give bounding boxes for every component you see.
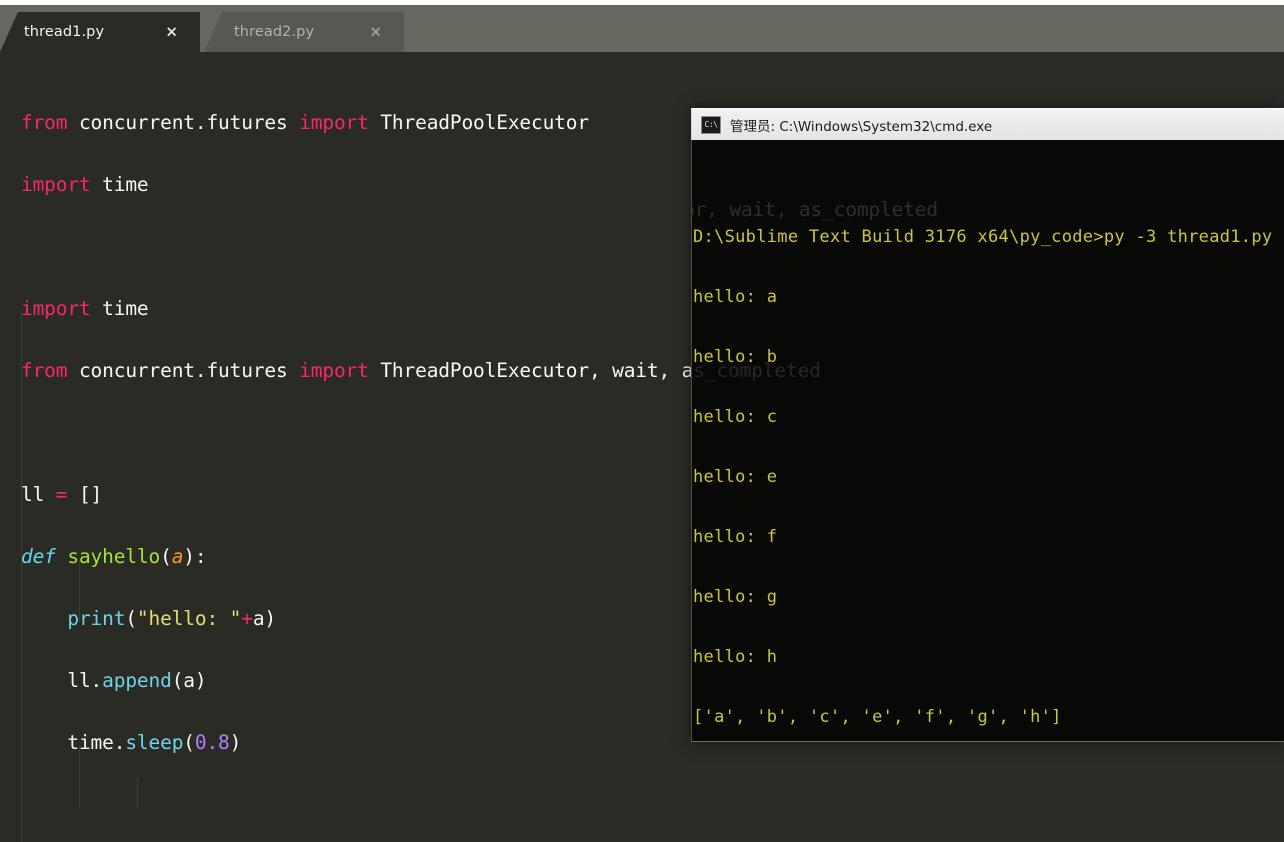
cmd-console-output-area[interactable]: or, wait, as_completed D:\Sublime Text B… <box>691 140 1284 742</box>
sublime-text-window: thread1.py × thread2.py × from concurren… <box>0 0 1284 842</box>
tab-thread2-py[interactable]: thread2.py × <box>204 12 404 52</box>
console-line: hello: g <box>693 587 778 607</box>
console-line: hello: f <box>693 527 778 547</box>
cmd-title-bar[interactable]: C:\ 管理员: C:\Windows\System32\cmd.exe <box>691 108 1284 140</box>
console-line: ['a', 'b', 'c', 'e', 'f', 'g', 'h'] <box>693 707 1062 727</box>
console-line: hello: c <box>693 407 778 427</box>
tab-thread1-py[interactable]: thread1.py × <box>0 12 200 52</box>
cmd-window-title: 管理员: C:\Windows\System32\cmd.exe <box>730 118 993 135</box>
console-line: hello: a <box>693 287 778 307</box>
console-text: D:\Sublime Text Build 3176 x64\py_code>p… <box>693 187 1273 741</box>
console-line: hello: h <box>693 647 778 667</box>
console-line: hello: e <box>693 467 778 487</box>
tab-label: thread1.py <box>24 24 105 40</box>
console-line: D:\Sublime Text Build 3176 x64\py_code>p… <box>693 227 1273 247</box>
close-icon[interactable]: × <box>369 24 382 40</box>
close-icon[interactable]: × <box>165 24 178 40</box>
tab-label: thread2.py <box>234 24 315 40</box>
editor-tab-bar: thread1.py × thread2.py × <box>0 5 1284 52</box>
cmd-app-icon: C:\ <box>701 115 721 134</box>
console-line: hello: b <box>693 347 778 367</box>
cmd-console-window[interactable]: C:\ 管理员: C:\Windows\System32\cmd.exe or,… <box>691 108 1284 742</box>
